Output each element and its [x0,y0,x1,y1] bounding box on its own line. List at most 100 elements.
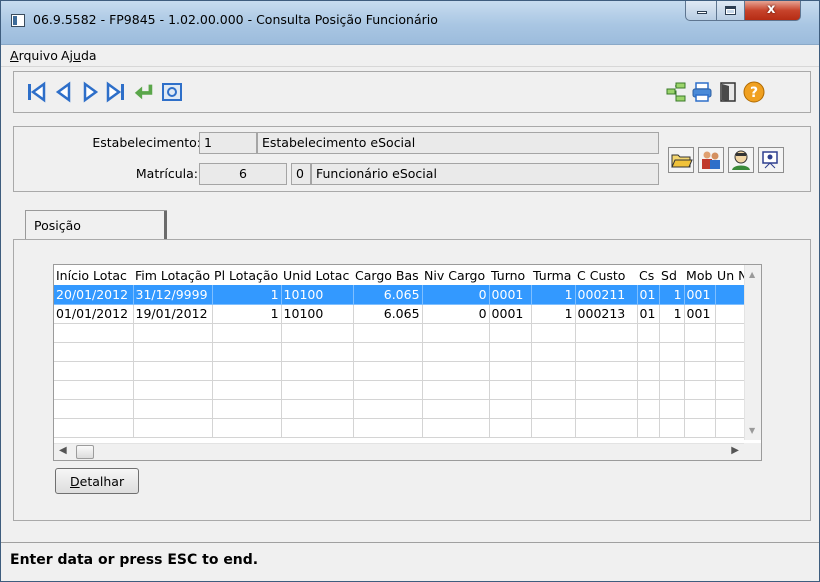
table-cell[interactable] [659,418,685,438]
table-cell[interactable] [133,342,213,362]
table-cell[interactable]: 19/01/2012 [133,304,213,324]
table-cell[interactable] [281,399,354,419]
table-cell[interactable] [133,361,213,381]
last-record-icon[interactable] [105,81,127,103]
position-grid[interactable]: Início Lotac Fim Lotação Pl Lotação Unid Lo… [53,264,762,461]
table-cell[interactable] [684,399,716,419]
table-cell[interactable] [212,380,282,400]
scroll-left-icon[interactable]: ◀ [59,445,67,456]
table-cell[interactable] [659,399,685,419]
table-cell[interactable]: 001 [684,304,716,324]
empty-row[interactable] [54,380,758,400]
table-cell[interactable] [422,380,490,400]
table-cell[interactable] [133,418,213,438]
scroll-down-icon[interactable]: ▼ [749,426,755,435]
folder-button[interactable] [668,147,694,173]
column-header[interactable]: Unid Lotac [281,265,354,285]
table-cell[interactable] [637,342,660,362]
table-cell[interactable] [54,418,134,438]
table-cell[interactable] [422,399,490,419]
next-record-icon[interactable] [79,81,101,103]
table-cell[interactable] [531,342,576,362]
table-cell[interactable] [684,323,716,343]
table-cell[interactable] [54,380,134,400]
maximize-button[interactable] [717,1,745,21]
table-cell[interactable] [281,380,354,400]
table-cell[interactable] [281,418,354,438]
scroll-right-icon[interactable]: ▶ [731,445,739,456]
table-cell[interactable]: 001 [684,285,716,305]
table-cell[interactable] [489,323,532,343]
table-cell[interactable] [637,418,660,438]
table-cell[interactable]: 0001 [489,304,532,324]
table-cell[interactable] [575,323,638,343]
menu-ajuda[interactable]: Ajuda [61,48,97,63]
table-cell[interactable] [422,418,490,438]
table-cell[interactable] [353,418,423,438]
preview-icon[interactable] [161,81,183,103]
table-cell[interactable]: 000211 [575,285,638,305]
people-button[interactable] [698,147,724,173]
table-cell[interactable]: 1 [212,304,282,324]
empty-row[interactable] [54,361,758,381]
first-record-icon[interactable] [25,81,47,103]
empty-row[interactable] [54,342,758,362]
table-cell[interactable] [422,361,490,381]
column-header[interactable]: Fim Lotação [133,265,213,285]
table-cell[interactable]: 01/01/2012 [54,304,134,324]
empty-row[interactable] [54,418,758,438]
table-cell[interactable] [281,342,354,362]
table-cell[interactable] [575,361,638,381]
column-header[interactable]: Turno [489,265,532,285]
table-cell[interactable] [54,399,134,419]
table-cell[interactable] [659,361,685,381]
empty-row[interactable] [54,323,758,343]
table-cell[interactable]: 10100 [281,285,354,305]
table-cell[interactable] [353,399,423,419]
table-cell[interactable] [637,399,660,419]
table-cell[interactable]: 1 [659,285,685,305]
table-cell[interactable] [531,361,576,381]
table-row[interactable]: 01/01/2012 19/01/2012 1 10100 6.065 0 0001 1 000… [54,304,758,324]
table-cell[interactable] [531,399,576,419]
table-cell[interactable]: 01 [637,285,660,305]
registration-field[interactable]: 6 [199,163,287,185]
table-cell[interactable] [489,399,532,419]
empty-row[interactable] [54,399,758,419]
table-cell[interactable] [422,342,490,362]
table-cell[interactable]: 20/01/2012 [54,285,134,305]
table-cell[interactable]: 0 [422,285,490,305]
table-cell[interactable] [637,380,660,400]
table-cell[interactable] [489,380,532,400]
table-cell[interactable] [212,323,282,343]
table-cell[interactable]: 0001 [489,285,532,305]
table-cell[interactable] [422,323,490,343]
person-button[interactable] [728,147,754,173]
table-cell[interactable]: 6.065 [353,285,423,305]
table-cell[interactable] [54,361,134,381]
table-cell[interactable] [637,323,660,343]
table-cell[interactable]: 6.065 [353,304,423,324]
table-cell[interactable] [133,399,213,419]
table-cell[interactable] [212,361,282,381]
table-cell[interactable] [212,399,282,419]
table-cell[interactable]: 1 [531,285,576,305]
table-row[interactable]: 20/01/2012 31/12/9999 1 10100 6.065 0 0001 1 000… [54,285,758,305]
app-icon[interactable] [11,14,25,27]
scroll-up-icon[interactable]: ▲ [749,270,755,279]
table-cell[interactable] [212,418,282,438]
printer-icon[interactable] [691,81,713,103]
table-cell[interactable]: 1 [659,304,685,324]
table-cell[interactable] [353,361,423,381]
table-cell[interactable]: 0 [422,304,490,324]
table-cell[interactable]: 31/12/9999 [133,285,213,305]
menu-arquivo[interactable]: Arquivo [10,48,58,63]
table-cell[interactable] [54,342,134,362]
table-cell[interactable]: 1 [531,304,576,324]
table-cell[interactable] [659,323,685,343]
table-cell[interactable] [281,361,354,381]
exit-door-icon[interactable] [717,81,739,103]
table-cell[interactable] [659,380,685,400]
table-cell[interactable] [212,342,282,362]
tab-posicao[interactable]: Posição [25,210,167,240]
